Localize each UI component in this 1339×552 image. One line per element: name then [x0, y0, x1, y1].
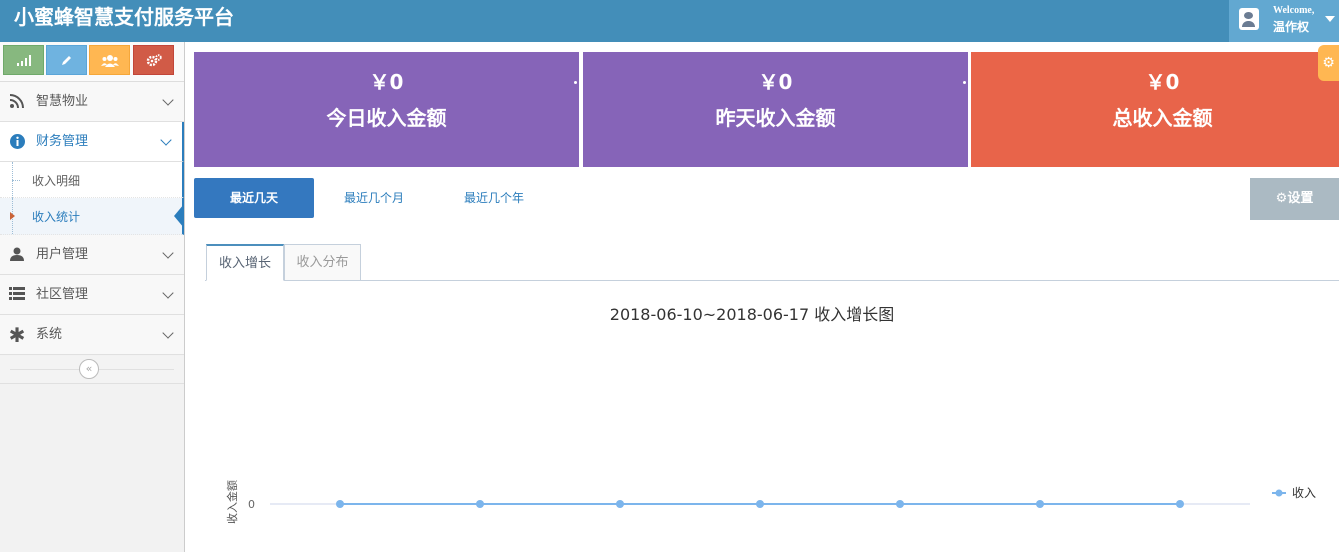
tabs-border — [205, 280, 1339, 281]
chart-y-axis-label: 收入金额 — [225, 480, 239, 524]
user-name: 温作权 — [1273, 20, 1310, 34]
chart-title: 2018-06-10~2018-06-17 收入增长图 — [610, 305, 894, 324]
chart-y-tick-label: 0 — [248, 498, 255, 511]
period-recent-months-button[interactable]: 最近几个月 — [314, 178, 434, 218]
shortcut-users-button[interactable] — [89, 45, 130, 75]
income-growth-chart: 2018-06-10~2018-06-17 收入增长图 收入金额 0 收入 — [225, 305, 1316, 524]
stat-label: 总收入金额 — [1112, 106, 1213, 130]
brand-title[interactable]: 小蜜蜂智慧支付服务平台 — [14, 5, 234, 29]
list-icon — [8, 287, 26, 303]
users-icon — [100, 54, 119, 67]
chevron-down-icon — [160, 134, 172, 146]
shortcut-pencil-button[interactable] — [46, 45, 87, 75]
user-icon — [8, 247, 26, 263]
sidebar-subitem-label: 收入明细 — [32, 174, 81, 188]
sidebar-item-finance[interactable]: 财务管理 — [0, 122, 184, 162]
stat-label: 今日收入金额 — [326, 106, 447, 130]
chevron-down-icon — [162, 327, 174, 339]
sidebar-collapse-row: « — [0, 356, 184, 384]
signal-icon — [16, 55, 31, 66]
period-recent-days-button[interactable]: 最近几天 — [194, 178, 314, 218]
chart-data-point[interactable] — [756, 500, 764, 508]
sidebar-shortcuts — [0, 42, 184, 82]
chart-series-group — [336, 500, 1184, 508]
sidebar-subitem-label: 收入统计 — [32, 210, 81, 224]
chart-legend[interactable]: 收入 — [1272, 486, 1316, 500]
active-pointer — [174, 204, 184, 228]
chart-data-point[interactable] — [1036, 500, 1044, 508]
legend-label: 收入 — [1292, 486, 1316, 500]
stat-yesterday-income: ￥0 昨天收入金额 — [583, 52, 968, 167]
dot-marker — [574, 81, 577, 84]
user-menu[interactable]: Welcome, 温作权 — [1229, 0, 1339, 42]
sidebar-item-community[interactable]: 社区管理 — [0, 275, 184, 315]
stat-label: 昨天收入金额 — [715, 106, 836, 130]
top-navbar: 小蜜蜂智慧支付服务平台 Welcome, 温作权 — [0, 0, 1339, 42]
rss-icon — [8, 94, 26, 110]
sidebar-item-users[interactable]: 用户管理 — [0, 235, 184, 275]
sidebar-item-label: 财务管理 — [36, 134, 89, 149]
sidebar-item-system[interactable]: ✱ 系统 — [0, 315, 184, 355]
chart-data-point[interactable] — [1176, 500, 1184, 508]
sidebar: 智慧物业 财务管理 收入明细 收入统计 用户管理 社区管理 ✱ 系统 « — [0, 42, 185, 552]
period-recent-years-button[interactable]: 最近几个年 — [434, 178, 554, 218]
sidebar-item-label: 智慧物业 — [36, 94, 89, 109]
pencil-icon — [62, 55, 71, 65]
shortcut-cogs-button[interactable] — [133, 45, 174, 75]
shortcut-signal-button[interactable] — [3, 45, 44, 75]
settings-button[interactable]: ⚙设置 — [1250, 178, 1339, 220]
tree-dash — [12, 180, 20, 181]
stat-value: ￥0 — [369, 70, 404, 94]
sidebar-item-label: 系统 — [36, 327, 63, 342]
chart-data-point[interactable] — [476, 500, 484, 508]
sidebar-subitem-income-stats[interactable]: 收入统计 — [0, 198, 184, 235]
sidebar-subitem-income-detail[interactable]: 收入明细 — [0, 162, 184, 198]
stat-value: ￥0 — [1145, 70, 1180, 94]
sidebar-item-label: 社区管理 — [36, 287, 89, 302]
stat-today-income: ￥0 今日收入金额 — [194, 52, 579, 167]
chart-data-point[interactable] — [896, 500, 904, 508]
tab-income-growth[interactable]: 收入增长 — [206, 244, 284, 281]
stat-value: ￥0 — [758, 70, 793, 94]
tab-income-distribution[interactable]: 收入分布 — [284, 244, 361, 281]
caret-down-icon[interactable] — [1325, 16, 1335, 22]
welcome-text: Welcome, — [1273, 5, 1315, 16]
settings-gear-icon[interactable]: ⚙ — [1318, 45, 1339, 81]
stat-total-income: ￥0 总收入金额 — [971, 52, 1339, 167]
user-avatar-icon — [1239, 8, 1259, 30]
info-circle-icon — [8, 134, 26, 150]
sidebar-item-property[interactable]: 智慧物业 — [0, 82, 184, 122]
dot-marker — [963, 81, 966, 84]
chevron-down-icon — [162, 287, 174, 299]
chevron-down-icon — [162, 247, 174, 259]
chart-data-point[interactable] — [616, 500, 624, 508]
caret-right-icon — [10, 212, 15, 220]
sidebar-item-label: 用户管理 — [36, 247, 89, 262]
cogs-icon — [146, 53, 162, 66]
asterisk-icon: ✱ — [8, 323, 26, 347]
chevron-down-icon — [162, 94, 174, 106]
double-angle-left-icon[interactable]: « — [79, 359, 99, 379]
chart-data-point[interactable] — [336, 500, 344, 508]
legend-marker — [1275, 489, 1283, 497]
